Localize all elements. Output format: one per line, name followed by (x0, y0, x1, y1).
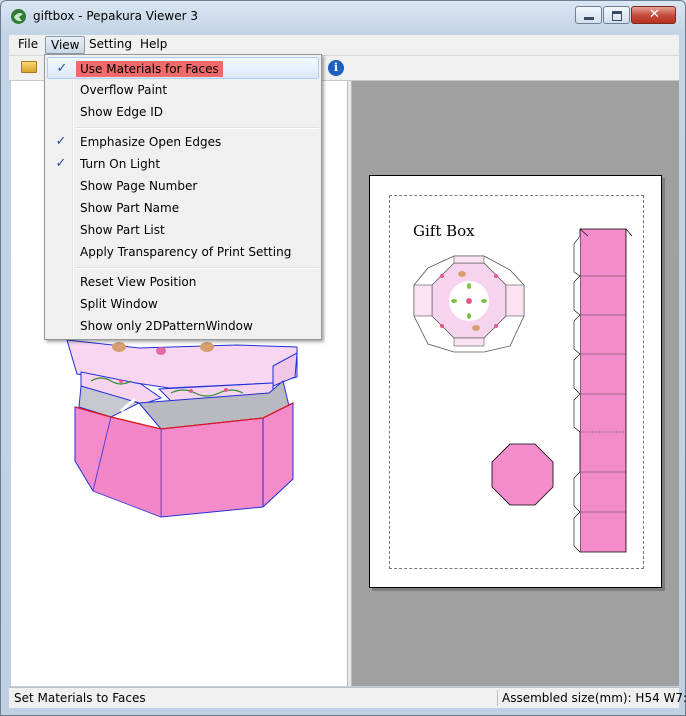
checkmark-icon: ✓ (56, 61, 68, 76)
info-icon[interactable]: i (328, 60, 344, 76)
status-message: Set Materials to Faces (14, 691, 146, 705)
menu-separator (75, 267, 319, 269)
menu-item-show-part-name[interactable]: Show Part Name (47, 197, 319, 219)
menu-item-label: Overflow Paint (80, 83, 168, 97)
close-button[interactable]: ✕ (631, 6, 676, 24)
menu-item-split-window[interactable]: Split Window (47, 293, 319, 315)
menu-item-label: Show Edge ID (80, 105, 163, 119)
menu-item-label: Turn On Light (80, 157, 161, 171)
menu-item-reset-view-position[interactable]: Reset View Position (47, 271, 319, 293)
pattern-parts (413, 228, 633, 553)
status-divider (497, 690, 498, 706)
menu-item-show-page-number[interactable]: Show Page Number (47, 175, 319, 197)
menu-item-turn-on-light[interactable]: ✓ Turn On Light (47, 153, 319, 175)
menu-item-show-only-2d-pattern-window[interactable]: Show only 2DPatternWindow (47, 315, 319, 337)
menu-item-show-part-list[interactable]: Show Part List (47, 219, 319, 241)
menu-bar: File View Setting Help (9, 35, 679, 56)
print-page: Gift Box (369, 175, 662, 588)
menu-setting[interactable]: Setting (84, 36, 137, 54)
minimize-button[interactable] (575, 6, 602, 24)
menu-item-label: Reset View Position (80, 275, 197, 289)
menu-item-label: Show Part List (80, 223, 165, 237)
menu-item-label: Apply Transparency of Print Setting (80, 245, 292, 259)
pepakura-app-icon (11, 9, 26, 24)
menu-view[interactable]: View (45, 36, 86, 54)
assembled-size-readout: Assembled size(mm): H54 W7: (502, 691, 686, 705)
title-bar[interactable]: giftbox - Pepakura Viewer 3 ✕ (1, 1, 685, 31)
view-dropdown-menu: ✓ Use Materials for Faces Overflow Paint… (44, 54, 322, 340)
menu-item-label: Show Part Name (80, 201, 180, 215)
menu-separator (75, 127, 319, 129)
window-title: giftbox - Pepakura Viewer 3 (33, 9, 199, 23)
menu-item-emphasize-open-edges[interactable]: ✓ Emphasize Open Edges (47, 131, 319, 153)
menu-help[interactable]: Help (135, 36, 172, 54)
menu-item-label: Use Materials for Faces (76, 61, 223, 77)
menu-item-label: Split Window (80, 297, 158, 311)
app-window: giftbox - Pepakura Viewer 3 ✕ File View … (0, 0, 686, 716)
close-icon: ✕ (649, 7, 660, 22)
menu-file[interactable]: File (13, 36, 43, 54)
menu-item-apply-transparency[interactable]: Apply Transparency of Print Setting (47, 241, 319, 263)
status-bar: Set Materials to Faces Assembled size(mm… (9, 687, 686, 708)
menu-item-use-materials-for-faces[interactable]: ✓ Use Materials for Faces (47, 57, 319, 79)
open-folder-icon[interactable] (21, 61, 37, 73)
menu-item-show-edge-id[interactable]: Show Edge ID (47, 101, 319, 123)
menu-item-label: Emphasize Open Edges (80, 135, 222, 149)
checkmark-icon: ✓ (55, 134, 67, 149)
menu-item-overflow-paint[interactable]: Overflow Paint (47, 79, 319, 101)
checkmark-icon: ✓ (55, 156, 67, 171)
menu-item-label: Show only 2DPatternWindow (80, 319, 253, 333)
maximize-button[interactable] (603, 6, 630, 24)
menu-item-label: Show Page Number (80, 179, 198, 193)
